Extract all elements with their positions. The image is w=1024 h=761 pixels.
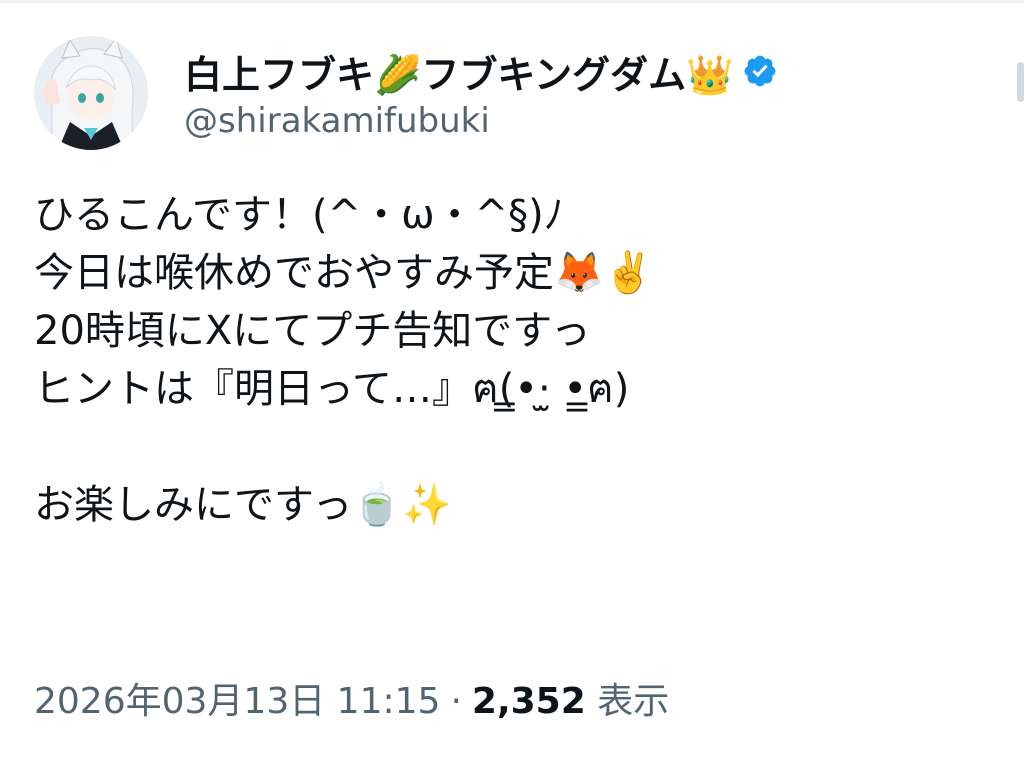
views-count[interactable]: 2,352 [472,681,586,722]
author-display-name[interactable]: 白上フブキ🌽フブキングダム👑 [184,44,734,99]
verified-badge-icon[interactable] [742,53,778,89]
avatar-illustration-icon [34,36,148,150]
tweet-meta: 2026年03月13日 11:15 · 2,352 表示 [34,672,669,724]
meta-separator: · [450,681,462,722]
tweet-header: 白上フブキ🌽フブキングダム👑 @shirakamifubuki [34,36,778,150]
top-divider [0,0,1024,3]
author-handle[interactable]: @shirakamifubuki [184,101,778,141]
name-row: 白上フブキ🌽フブキングダム👑 [184,45,778,97]
avatar[interactable] [34,36,148,150]
tweet-timestamp[interactable]: 2026年03月13日 11:15 [34,681,440,722]
tweet-text: ひるこんです！(^・ω・^§)ﾉ 今日は喉休めでおやすみ予定🦊✌️ 20時頃にX… [34,192,654,528]
scrollbar[interactable] [1017,62,1024,102]
views-label: 表示 [597,681,670,722]
author-identity: 白上フブキ🌽フブキングダム👑 @shirakamifubuki [184,36,778,150]
tweet-detail: 白上フブキ🌽フブキングダム👑 @shirakamifubuki ひるこんです！(… [0,0,1024,761]
